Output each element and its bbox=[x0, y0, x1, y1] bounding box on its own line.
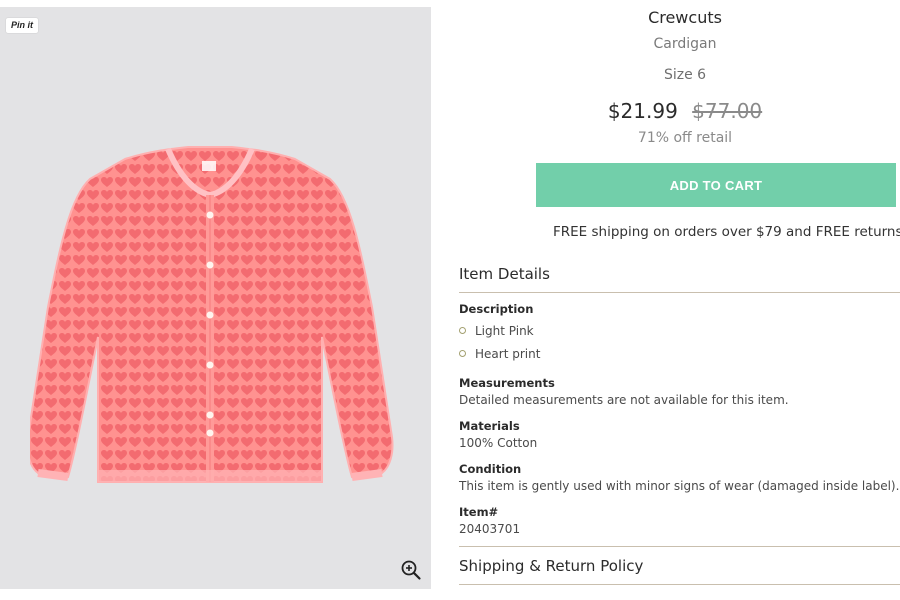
bullet-icon bbox=[459, 327, 466, 334]
bullet-icon bbox=[459, 350, 466, 357]
discount-text: 71% off retail bbox=[637, 130, 733, 146]
materials-value: 100% Cotton bbox=[459, 436, 538, 450]
current-price: $21.99 bbox=[607, 99, 678, 123]
divider bbox=[459, 546, 900, 547]
price-row: $21.99 $77.00 bbox=[429, 99, 900, 123]
description-label: Description bbox=[459, 302, 534, 316]
retail-price: $77.00 bbox=[692, 99, 763, 123]
pin-it-button[interactable]: Pin it bbox=[6, 18, 38, 33]
description-item: Heart print bbox=[459, 347, 540, 361]
divider bbox=[459, 292, 900, 293]
item-details-heading[interactable]: Item Details bbox=[459, 265, 550, 283]
divider bbox=[459, 584, 900, 585]
product-brand[interactable]: Crewcuts bbox=[429, 8, 900, 27]
measurements-value: Detailed measurements are not available … bbox=[459, 393, 789, 407]
cardigan-image bbox=[30, 146, 394, 483]
product-size: Size 6 bbox=[663, 67, 707, 83]
materials-label: Materials bbox=[459, 419, 520, 433]
condition-label: Condition bbox=[459, 462, 522, 476]
measurements-label: Measurements bbox=[459, 376, 555, 390]
shipping-note: FREE shipping on orders over $79 and FRE… bbox=[553, 224, 900, 240]
item-number-value: 20403701 bbox=[459, 522, 521, 536]
product-category: Cardigan bbox=[653, 36, 717, 52]
item-number-label: Item# bbox=[459, 505, 499, 519]
condition-value: This item is gently used with minor sign… bbox=[459, 479, 900, 493]
shipping-policy-heading[interactable]: Shipping & Return Policy bbox=[459, 557, 643, 575]
description-item: Light Pink bbox=[459, 324, 534, 338]
add-to-cart-button[interactable]: ADD TO CART bbox=[536, 163, 896, 207]
product-image-panel: Pin it bbox=[0, 7, 431, 589]
magnifier-plus-icon[interactable] bbox=[400, 559, 422, 581]
